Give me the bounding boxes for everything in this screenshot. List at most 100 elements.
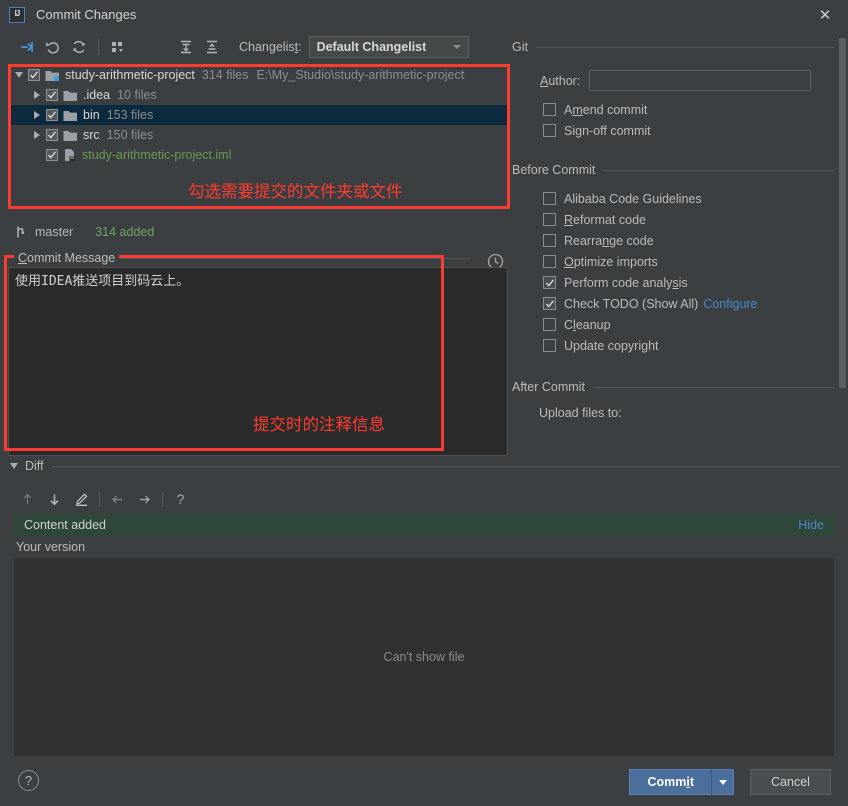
branch-status-bar: master 314 added	[0, 221, 510, 243]
git-section-title: Git	[512, 40, 528, 54]
commit-message-text: 使用IDEA推送项目到码云上。	[15, 274, 190, 289]
divider	[51, 465, 840, 467]
help-question-icon[interactable]: ?	[167, 487, 194, 511]
perform-code-analysis-checkbox[interactable]	[543, 276, 556, 289]
chevron-down-icon	[452, 45, 461, 49]
cleanup-label: Cleanup	[564, 317, 611, 332]
table-row[interactable]: .idea 10 files	[8, 85, 510, 105]
arrow-right-icon[interactable]	[131, 487, 158, 511]
alibaba-code-guidelines-checkbox[interactable]	[543, 192, 556, 205]
rearrange-code-checkbox[interactable]	[543, 234, 556, 247]
row-checkbox[interactable]	[46, 129, 58, 141]
reformat-code-row[interactable]: Reformat code	[512, 209, 848, 230]
update-copyright-label: Update copyright	[564, 338, 659, 353]
previous-difference-icon[interactable]	[14, 487, 41, 511]
window-title: Commit Changes	[36, 7, 137, 22]
changelist-value: Default Changelist	[316, 40, 427, 54]
perform-code-analysis-row[interactable]: Perform code analysis	[512, 272, 848, 293]
show-diff-icon[interactable]	[14, 35, 40, 59]
row-checkbox[interactable]	[46, 89, 58, 101]
commit-message-label: Commit Message	[14, 251, 120, 265]
cleanup-checkbox[interactable]	[543, 318, 556, 331]
rearrange-code-row[interactable]: Rearrange code	[512, 230, 848, 251]
commit-changes-dialog: IJ Commit Changes ✕ Changelist: Default …	[0, 0, 848, 806]
optimize-imports-label: Optimize imports	[564, 254, 658, 269]
commit-message-divider	[118, 258, 470, 259]
intellij-logo-icon: IJ	[9, 6, 25, 23]
folder-icon	[63, 129, 78, 142]
cancel-button[interactable]: Cancel	[750, 769, 831, 795]
diff-section-header: Diff	[10, 459, 840, 473]
table-row[interactable]: study-arithmetic-project.iml	[8, 145, 510, 165]
rearrange-code-label: Rearrange code	[564, 233, 654, 248]
check-todo-checkbox[interactable]	[543, 297, 556, 310]
help-button[interactable]: ?	[18, 770, 39, 791]
tree-twisty-collapsed[interactable]	[28, 91, 46, 99]
next-difference-icon[interactable]	[41, 487, 68, 511]
git-panel-scrollbar[interactable]	[838, 38, 846, 456]
collapse-all-icon[interactable]	[199, 35, 225, 59]
close-icon[interactable]: ✕	[802, 0, 848, 29]
amend-commit-label: Amend commit	[564, 102, 648, 117]
row-checkbox[interactable]	[46, 149, 58, 161]
check-todo-label: Check TODO (Show All)	[564, 296, 699, 311]
configure-link[interactable]: Configure	[703, 297, 757, 311]
chevron-down-icon[interactable]	[10, 463, 18, 469]
arrow-left-icon[interactable]	[104, 487, 131, 511]
scrollbar-thumb[interactable]	[839, 38, 846, 388]
revert-icon[interactable]	[40, 35, 66, 59]
commit-button-label: Commit	[647, 775, 694, 789]
expand-all-icon[interactable]	[173, 35, 199, 59]
table-row[interactable]: bin 153 files	[8, 105, 510, 125]
reformat-code-label: Reformat code	[564, 212, 646, 227]
commit-dropdown-arrow-icon[interactable]	[712, 779, 733, 785]
optimize-imports-checkbox[interactable]	[543, 255, 556, 268]
commit-button[interactable]: Commit	[629, 769, 734, 795]
optimize-imports-row[interactable]: Optimize imports	[512, 251, 848, 272]
group-by-icon[interactable]	[105, 35, 131, 59]
after-commit-section-header: After Commit	[512, 378, 848, 396]
before-commit-section-header: Before Commit	[512, 161, 848, 179]
diff-status-bar: Content added Hide	[14, 514, 834, 536]
divider	[592, 386, 834, 388]
file-path: E:\My_Studio\study-arithmetic-project	[256, 68, 465, 82]
amend-commit-checkbox-row[interactable]: Amend commit	[512, 99, 848, 120]
file-count: 150 files	[106, 128, 154, 142]
folder-icon	[63, 89, 78, 102]
update-copyright-row[interactable]: Update copyright	[512, 335, 848, 356]
upload-files-label: Upload files to:	[539, 406, 622, 420]
diff-empty-text: Can't show file	[383, 650, 465, 664]
divider	[603, 169, 834, 171]
hide-link[interactable]: Hide	[798, 518, 824, 532]
file-count: 153 files	[106, 108, 154, 122]
tree-twisty-expanded[interactable]	[10, 72, 28, 78]
tree-twisty-collapsed[interactable]	[28, 111, 46, 119]
after-commit-section-title: After Commit	[512, 380, 585, 394]
file-name: src	[83, 128, 100, 142]
alibaba-code-guidelines-label: Alibaba Code Guidelines	[564, 191, 702, 206]
check-todo-row[interactable]: Check TODO (Show All) Configure	[512, 293, 848, 314]
folder-icon	[63, 109, 78, 122]
diff-toolbar: ?	[14, 486, 194, 512]
tree-twisty-collapsed[interactable]	[28, 131, 46, 139]
sign-off-commit-checkbox[interactable]	[543, 124, 556, 137]
refresh-icon[interactable]	[66, 35, 92, 59]
author-field[interactable]	[589, 70, 812, 91]
row-checkbox[interactable]	[46, 109, 58, 121]
changelist-dropdown[interactable]: Default Changelist	[308, 36, 469, 58]
alibaba-code-guidelines-row[interactable]: Alibaba Code Guidelines	[512, 188, 848, 209]
table-row[interactable]: study-arithmetic-project 314 files E:\My…	[8, 65, 510, 85]
diff-content-area: Can't show file	[14, 558, 834, 756]
table-row[interactable]: src 150 files	[8, 125, 510, 145]
sign-off-commit-checkbox-row[interactable]: Sign-off commit	[512, 120, 848, 141]
row-checkbox[interactable]	[28, 69, 40, 81]
cleanup-row[interactable]: Cleanup	[512, 314, 848, 335]
file-count: 314 files	[201, 68, 249, 82]
perform-code-analysis-label: Perform code analysis	[564, 275, 688, 290]
author-row: Author:	[512, 70, 848, 91]
reformat-code-checkbox[interactable]	[543, 213, 556, 226]
edit-source-icon[interactable]	[68, 487, 95, 511]
amend-commit-checkbox[interactable]	[543, 103, 556, 116]
divider	[535, 46, 834, 48]
update-copyright-checkbox[interactable]	[543, 339, 556, 352]
